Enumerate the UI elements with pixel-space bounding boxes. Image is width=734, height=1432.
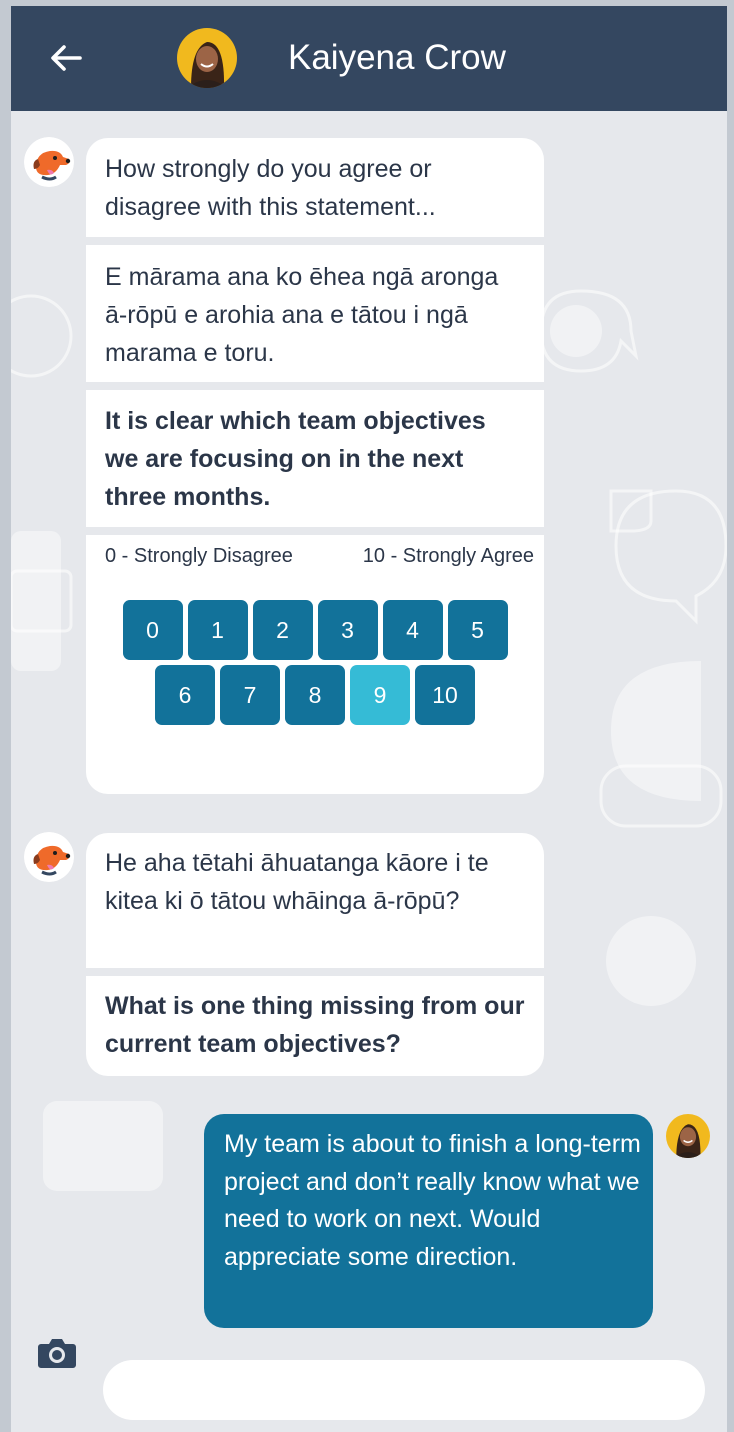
scale-labels: 0 - Strongly Disagree 10 - Strongly Agre… (105, 545, 534, 568)
scale-option-4[interactable]: 4 (382, 600, 443, 660)
rating-scale-card: 0 - Strongly Disagree 10 - Strongly Agre… (86, 535, 544, 794)
scale-option-10[interactable]: 10 (415, 665, 475, 725)
question2-maori-text: He aha tētahi āhuatanga kāore i te kitea… (105, 849, 489, 915)
question-english-card: It is clear which team objectives we are… (86, 390, 544, 527)
chat-screen: Kaiyena Crow How strongly do you agree o… (11, 6, 727, 1432)
scale-option-9[interactable]: 9 (350, 665, 410, 725)
scale-option-8[interactable]: 8 (285, 665, 345, 725)
bot-avatar (24, 832, 74, 882)
scale-option-5[interactable]: 5 (447, 600, 508, 660)
user-avatar-photo (666, 1114, 710, 1158)
question-intro-card: How strongly do you agree or disagree wi… (86, 138, 544, 237)
camera-button[interactable] (37, 1336, 77, 1370)
chat-header: Kaiyena Crow (11, 6, 727, 111)
dog-mascot-icon (24, 137, 74, 187)
question-intro-text: How strongly do you agree or disagree wi… (105, 155, 436, 221)
scale-min-label: 0 - Strongly Disagree (105, 545, 293, 567)
scale-option-2[interactable]: 2 (252, 600, 313, 660)
question-english-text: It is clear which team objectives we are… (105, 407, 486, 511)
scale-option-1[interactable]: 1 (187, 600, 248, 660)
question2-english-text: What is one thing missing from our curre… (105, 992, 525, 1058)
user-message-bubble: My team is about to finish a long-term p… (204, 1114, 653, 1328)
question-maori-text: E mārama ana ko ēhea ngā aronga ā-rōpū e… (105, 263, 499, 367)
contact-name: Kaiyena Crow (288, 38, 506, 77)
contact-avatar[interactable] (177, 28, 237, 88)
message-input[interactable] (103, 1360, 705, 1420)
user-message-text: My team is about to finish a long-term p… (224, 1130, 641, 1271)
question2-maori-card: He aha tētahi āhuatanga kāore i te kitea… (86, 833, 544, 968)
question-maori-card: E mārama ana ko ēhea ngā aronga ā-rōpū e… (86, 245, 544, 382)
dog-mascot-icon (24, 832, 74, 882)
scale-option-3[interactable]: 3 (317, 600, 378, 660)
back-button[interactable] (44, 36, 88, 80)
scale-option-0[interactable]: 0 (122, 600, 183, 660)
scale-option-7[interactable]: 7 (220, 665, 280, 725)
user-avatar (666, 1114, 710, 1158)
scale-max-label: 10 - Strongly Agree (362, 545, 534, 567)
bot-avatar (24, 137, 74, 187)
arrow-left-icon (51, 45, 82, 71)
question2-english-card: What is one thing missing from our curre… (86, 976, 544, 1076)
scale-option-6[interactable]: 6 (155, 665, 215, 725)
camera-icon (38, 1339, 76, 1368)
